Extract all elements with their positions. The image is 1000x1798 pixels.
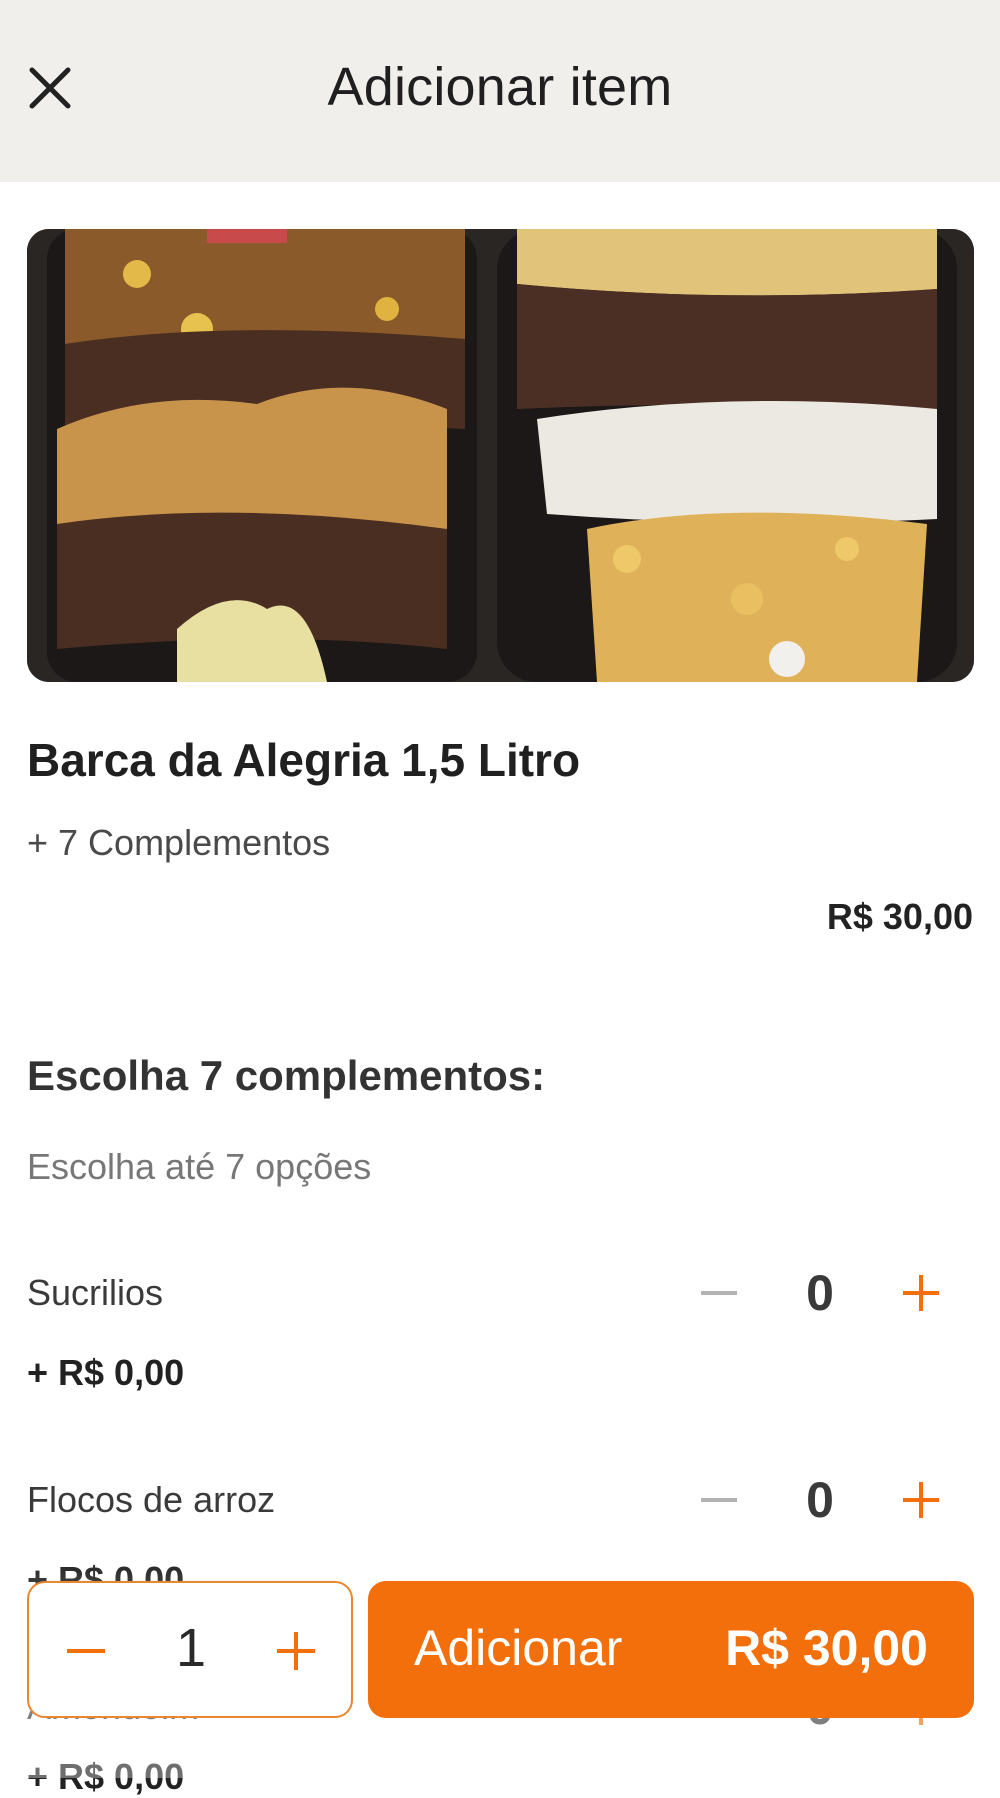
option-count: 0 <box>806 1265 834 1321</box>
plus-icon <box>277 1632 315 1670</box>
minus-icon <box>67 1649 105 1653</box>
minus-icon <box>701 1498 737 1502</box>
product-name: Barca da Alegria 1,5 Litro <box>27 734 581 786</box>
quantity-value: 1 <box>175 1618 207 1678</box>
decrement-button[interactable] <box>684 1465 754 1535</box>
complements-subtitle: Escolha até 7 opções <box>27 1146 372 1187</box>
option-price: + R$ 0,00 <box>27 1352 185 1393</box>
option-stepper: 0 <box>670 1465 970 1535</box>
option-name: Sucrilios <box>27 1272 164 1313</box>
increment-button[interactable] <box>886 1258 956 1328</box>
quantity-increment-button[interactable] <box>261 1616 331 1686</box>
option-price: + R$ 0,00 <box>27 1756 185 1797</box>
header-bar: Adicionar item <box>0 0 1000 182</box>
quantity-decrement-button[interactable] <box>51 1616 121 1686</box>
page-title: Adicionar item <box>327 57 673 117</box>
option-count: 0 <box>806 1472 834 1528</box>
quantity-stepper: 1 <box>27 1581 353 1718</box>
product-subtitle: + 7 Complementos <box>27 822 331 863</box>
add-to-cart-button[interactable]: Adicionar R$ 30,00 <box>368 1581 974 1718</box>
product-image <box>27 229 974 682</box>
complements-title: Escolha 7 complementos: <box>27 1052 546 1099</box>
increment-button[interactable] <box>886 1465 956 1535</box>
plus-icon <box>903 1482 939 1518</box>
product-price: R$ 30,00 <box>826 896 973 937</box>
decrement-button[interactable] <box>684 1258 754 1328</box>
add-button-label: Adicionar <box>414 1620 623 1676</box>
option-name: Flocos de arroz <box>27 1479 276 1520</box>
option-stepper: 0 <box>670 1258 970 1328</box>
plus-icon <box>903 1275 939 1311</box>
add-button-price: R$ 30,00 <box>725 1620 928 1676</box>
minus-icon <box>701 1291 737 1295</box>
